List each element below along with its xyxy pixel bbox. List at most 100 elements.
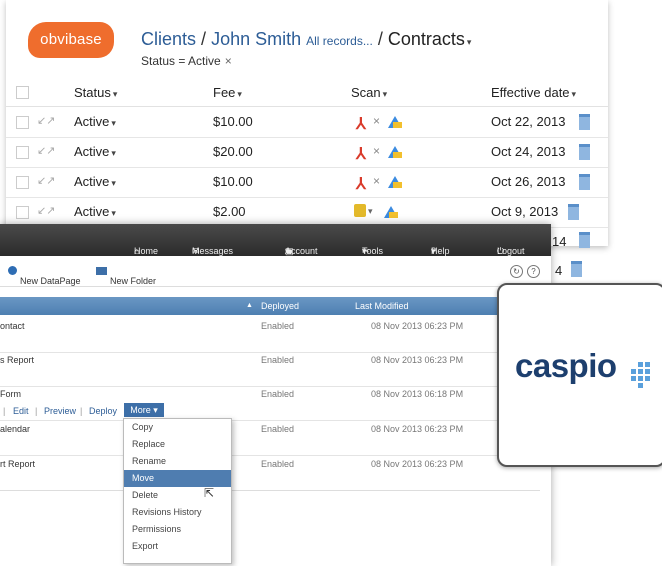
menu-item-delete[interactable]: Delete: [124, 487, 231, 504]
fee-cell[interactable]: $2.00: [213, 204, 246, 219]
menu-item-move[interactable]: Move: [124, 470, 231, 487]
breadcrumb-clients[interactable]: Clients: [141, 29, 196, 49]
chevron-down-icon[interactable]: ▾: [368, 206, 373, 217]
expand-icon[interactable]: ↙↗: [37, 204, 55, 217]
sort-asc-icon[interactable]: ▲: [246, 302, 253, 309]
chevron-down-icon: ▾: [237, 89, 242, 99]
menu-item-rename[interactable]: Rename: [124, 453, 231, 470]
google-drive-icon[interactable]: [388, 116, 402, 128]
calendar-icon[interactable]: [571, 261, 582, 277]
menu-item-revisions-history[interactable]: Revisions History: [124, 504, 231, 521]
fee-cell[interactable]: $20.00: [213, 144, 253, 159]
deployed-status: Enabled: [261, 459, 295, 469]
last-modified: 08 Nov 2013 06:23 PM: [371, 424, 464, 434]
column-header-effective-date[interactable]: Effective date ▾: [491, 85, 576, 100]
expand-icon[interactable]: ↙↗: [37, 174, 55, 187]
table-row[interactable]: s Report Enabled 08 Nov 2013 06:23 PM: [0, 352, 540, 387]
date-cell[interactable]: Oct 9, 2013: [491, 204, 558, 219]
pdf-icon[interactable]: ⅄: [356, 174, 366, 194]
row-checkbox[interactable]: [16, 206, 29, 219]
active-filter: Status = Active ×: [141, 54, 232, 68]
column-header-status[interactable]: Status ▾: [74, 85, 117, 100]
close-icon[interactable]: ×: [225, 54, 232, 68]
edit-link[interactable]: Edit: [13, 406, 29, 416]
separator: |: [80, 406, 83, 416]
delete-icon[interactable]: ×: [373, 144, 380, 158]
fee-cell[interactable]: $10.00: [213, 114, 253, 129]
row-checkbox[interactable]: [16, 146, 29, 159]
table-row[interactable]: ↙↗ Active ▾ $10.00 ⅄ × Oct 22, 2013: [6, 107, 608, 138]
expand-icon[interactable]: ↙↗: [37, 114, 55, 127]
google-drive-icon[interactable]: [384, 206, 398, 218]
breadcrumb-person[interactable]: John Smith: [211, 29, 301, 49]
obvibase-window: obvibase Clients / John Smith All record…: [6, 0, 608, 246]
status-cell[interactable]: Active ▾: [74, 174, 116, 189]
chevron-down-icon[interactable]: ▾: [467, 37, 472, 47]
table-row[interactable]: rt Report Enabled 08 Nov 2013 06:23 PM: [0, 456, 540, 491]
status-cell[interactable]: Active ▾: [74, 144, 116, 159]
date-cell-partial: 14: [552, 234, 567, 249]
status-cell[interactable]: Active ▾: [74, 204, 116, 219]
deploy-link[interactable]: Deploy: [89, 406, 117, 416]
menu-item-copy[interactable]: Copy: [124, 419, 231, 436]
column-header-last-modified[interactable]: Last Modified: [355, 301, 409, 311]
help-icon[interactable]: ?: [527, 265, 540, 278]
table-row[interactable]: ontact Enabled 08 Nov 2013 06:23 PM: [0, 318, 540, 353]
table-row[interactable]: ↙↗ Active ▾ $10.00 ⅄ × Oct 26, 2013: [6, 167, 608, 198]
calendar-icon[interactable]: [579, 144, 590, 160]
google-drive-icon[interactable]: [388, 146, 402, 158]
datapage-name[interactable]: rt Report: [0, 459, 35, 469]
more-dropdown-menu: Copy Replace Rename Move Delete Revision…: [123, 418, 232, 564]
expand-icon[interactable]: ↙↗: [37, 144, 55, 157]
delete-icon[interactable]: ×: [373, 114, 380, 128]
all-records-link[interactable]: All records...: [306, 34, 373, 48]
calendar-icon[interactable]: [579, 232, 590, 248]
column-header-deployed[interactable]: Deployed: [261, 301, 299, 311]
calendar-icon[interactable]: [568, 204, 579, 220]
more-button[interactable]: More ▾: [124, 403, 164, 417]
menu-item-permissions[interactable]: Permissions: [124, 521, 231, 538]
breadcrumb: Clients / John Smith All records... / Co…: [141, 29, 471, 50]
calendar-icon[interactable]: [579, 114, 590, 130]
caspio-logo-card: caspio: [497, 283, 662, 467]
fee-cell[interactable]: $10.00: [213, 174, 253, 189]
google-drive-icon[interactable]: [388, 176, 402, 188]
date-cell[interactable]: Oct 24, 2013: [491, 144, 565, 159]
breadcrumb-current[interactable]: Contracts: [388, 29, 465, 49]
new-datapage-button[interactable]: New DataPage: [8, 266, 81, 286]
preview-link[interactable]: Preview: [44, 406, 76, 416]
date-cell[interactable]: Oct 22, 2013: [491, 114, 565, 129]
breadcrumb-separator: /: [377, 29, 383, 49]
row-checkbox[interactable]: [16, 116, 29, 129]
datapage-name[interactable]: ontact: [0, 321, 25, 331]
datapage-name[interactable]: alendar: [0, 424, 30, 434]
refresh-icon[interactable]: ↻: [510, 265, 523, 278]
column-header-fee[interactable]: Fee ▾: [213, 85, 242, 100]
date-cell-partial: 4: [555, 263, 563, 278]
pdf-icon[interactable]: ⅄: [356, 144, 366, 164]
deployed-status: Enabled: [261, 389, 295, 399]
chevron-down-icon: ▾: [111, 148, 116, 158]
upload-icon[interactable]: [354, 204, 366, 217]
pdf-icon[interactable]: ⅄: [356, 114, 366, 134]
grid-header: ▲ Deployed Last Modified: [0, 297, 551, 315]
datapage-name[interactable]: Form: [0, 389, 21, 399]
chevron-down-icon: ▾: [571, 89, 577, 99]
mouse-cursor-icon: ⇱: [204, 486, 215, 500]
table-row[interactable]: ↙↗ Active ▾ $20.00 ⅄ × Oct 24, 2013: [6, 137, 608, 168]
delete-icon[interactable]: ×: [373, 174, 380, 188]
separator: |: [3, 406, 6, 416]
table-row[interactable]: alendar Enabled 08 Nov 2013 06:23 PM: [0, 421, 540, 456]
calendar-icon[interactable]: [579, 174, 590, 190]
last-modified: 08 Nov 2013 06:18 PM: [371, 389, 464, 399]
filter-text: Status = Active: [141, 54, 221, 68]
menu-item-replace[interactable]: Replace: [124, 436, 231, 453]
menu-item-export[interactable]: Export: [124, 538, 231, 555]
new-folder-button[interactable]: New Folder: [96, 266, 156, 286]
status-cell[interactable]: Active ▾: [74, 114, 116, 129]
row-checkbox[interactable]: [16, 176, 29, 189]
column-header-scan[interactable]: Scan ▾: [351, 85, 387, 100]
date-cell[interactable]: Oct 26, 2013: [491, 174, 565, 189]
datapage-name[interactable]: s Report: [0, 355, 34, 365]
select-all-checkbox[interactable]: [16, 86, 29, 99]
